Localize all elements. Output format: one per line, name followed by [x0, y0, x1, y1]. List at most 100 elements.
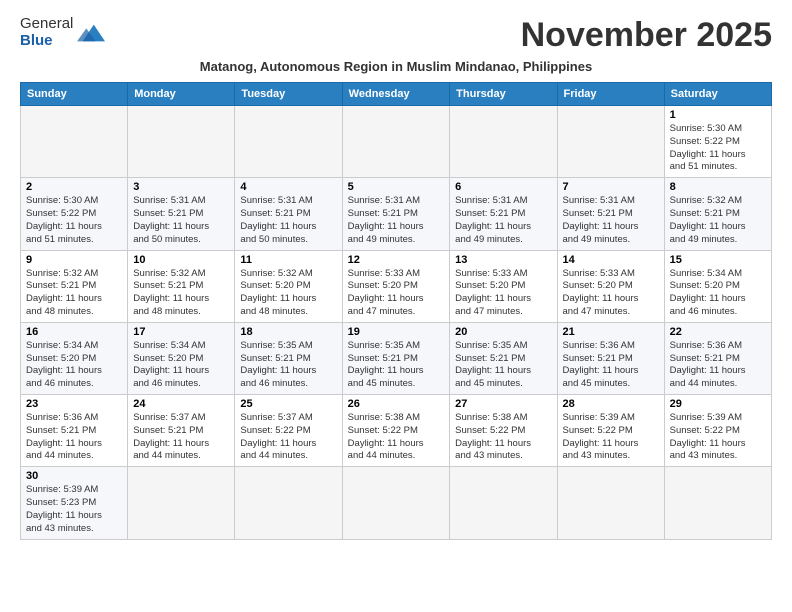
calendar-cell: 3Sunrise: 5:31 AM Sunset: 5:21 PM Daylig… [128, 178, 235, 250]
day-info: Sunrise: 5:39 AM Sunset: 5:23 PM Dayligh… [26, 484, 122, 535]
calendar-week-1: 2 Sunrise: 5:30 AM Sunset: 5:22 PM Daylig… [21, 178, 772, 250]
day-number: 16 [26, 326, 122, 338]
calendar-cell [664, 467, 771, 539]
day-info: Sunrise: 5:37 AM Sunset: 5:22 PM Dayligh… [240, 412, 336, 463]
day-number: 11 [240, 254, 336, 266]
calendar-header-row: SundayMondayTuesdayWednesdayThursdayFrid… [21, 83, 772, 106]
day-info: Sunrise: 5:33 AM Sunset: 5:20 PM Dayligh… [348, 268, 445, 319]
calendar-cell [235, 106, 342, 178]
day-number: 3 [133, 181, 229, 193]
day-info: Sunrise: 5:38 AM Sunset: 5:22 PM Dayligh… [348, 412, 445, 463]
calendar-cell: 8Sunrise: 5:32 AM Sunset: 5:21 PM Daylig… [664, 178, 771, 250]
calendar-cell [342, 106, 450, 178]
header-tuesday: Tuesday [235, 83, 342, 106]
day-info: Sunrise: 5:31 AM Sunset: 5:21 PM Dayligh… [348, 195, 445, 246]
header-thursday: Thursday [450, 83, 557, 106]
day-number: 24 [133, 398, 229, 410]
calendar-cell: 27Sunrise: 5:38 AM Sunset: 5:22 PM Dayli… [450, 395, 557, 467]
calendar-cell [128, 106, 235, 178]
calendar-cell: 15 Sunrise: 5:34 AM Sunset: 5:20 PM Dayli… [664, 250, 771, 322]
day-info: Sunrise: 5:36 AM Sunset: 5:21 PM Dayligh… [670, 340, 766, 391]
calendar-cell: 10 Sunrise: 5:32 AM Sunset: 5:21 PM Dayli… [128, 250, 235, 322]
calendar-cell [235, 467, 342, 539]
calendar-cell: 7 Sunrise: 5:31 AM Sunset: 5:21 PM Daylig… [557, 178, 664, 250]
calendar-cell: 13 Sunrise: 5:33 AM Sunset: 5:20 PM Dayli… [450, 250, 557, 322]
logo: General Blue [20, 16, 105, 49]
day-info: Sunrise: 5:32 AM Sunset: 5:21 PM Dayligh… [670, 195, 766, 246]
calendar-cell: 18Sunrise: 5:35 AM Sunset: 5:21 PM Dayli… [235, 322, 342, 394]
day-number: 20 [455, 326, 551, 338]
day-number: 13 [455, 254, 551, 266]
calendar-cell: 22 Sunrise: 5:36 AM Sunset: 5:21 PM Dayli… [664, 322, 771, 394]
calendar-cell [450, 106, 557, 178]
day-number: 1 [670, 109, 766, 121]
day-number: 5 [348, 181, 445, 193]
header-monday: Monday [128, 83, 235, 106]
calendar-cell: 17Sunrise: 5:34 AM Sunset: 5:20 PM Dayli… [128, 322, 235, 394]
calendar-cell: 5 Sunrise: 5:31 AM Sunset: 5:21 PM Daylig… [342, 178, 450, 250]
calendar-cell [557, 467, 664, 539]
day-number: 30 [26, 470, 122, 482]
day-number: 28 [563, 398, 659, 410]
calendar-cell: 25 Sunrise: 5:37 AM Sunset: 5:22 PM Dayli… [235, 395, 342, 467]
calendar: SundayMondayTuesdayWednesdayThursdayFrid… [20, 82, 772, 540]
day-info: Sunrise: 5:35 AM Sunset: 5:21 PM Dayligh… [455, 340, 551, 391]
day-info: Sunrise: 5:31 AM Sunset: 5:21 PM Dayligh… [563, 195, 659, 246]
header-friday: Friday [557, 83, 664, 106]
day-info: Sunrise: 5:32 AM Sunset: 5:21 PM Dayligh… [133, 268, 229, 319]
day-number: 15 [670, 254, 766, 266]
day-info: Sunrise: 5:30 AM Sunset: 5:22 PM Dayligh… [26, 195, 122, 246]
day-number: 2 [26, 181, 122, 193]
calendar-cell: 20 Sunrise: 5:35 AM Sunset: 5:21 PM Dayli… [450, 322, 557, 394]
calendar-cell [342, 467, 450, 539]
calendar-cell: 11 Sunrise: 5:32 AM Sunset: 5:20 PM Dayli… [235, 250, 342, 322]
subtitle: Matanog, Autonomous Region in Muslim Min… [20, 59, 772, 74]
calendar-cell: 14 Sunrise: 5:33 AM Sunset: 5:20 PM Dayli… [557, 250, 664, 322]
calendar-cell: 1Sunrise: 5:30 AM Sunset: 5:22 PM Daylig… [664, 106, 771, 178]
header: General Blue November 2025 [20, 16, 772, 55]
header-saturday: Saturday [664, 83, 771, 106]
day-number: 4 [240, 181, 336, 193]
day-number: 21 [563, 326, 659, 338]
day-info: Sunrise: 5:33 AM Sunset: 5:20 PM Dayligh… [563, 268, 659, 319]
calendar-cell: 24 Sunrise: 5:37 AM Sunset: 5:21 PM Dayli… [128, 395, 235, 467]
day-info: Sunrise: 5:34 AM Sunset: 5:20 PM Dayligh… [670, 268, 766, 319]
calendar-cell: 19Sunrise: 5:35 AM Sunset: 5:21 PM Dayli… [342, 322, 450, 394]
day-info: Sunrise: 5:39 AM Sunset: 5:22 PM Dayligh… [670, 412, 766, 463]
calendar-week-3: 16 Sunrise: 5:34 AM Sunset: 5:20 PM Dayli… [21, 322, 772, 394]
calendar-cell: 6Sunrise: 5:31 AM Sunset: 5:21 PM Daylig… [450, 178, 557, 250]
logo-icon [77, 19, 105, 47]
month-title: November 2025 [521, 16, 772, 55]
day-number: 22 [670, 326, 766, 338]
day-info: Sunrise: 5:34 AM Sunset: 5:20 PM Dayligh… [133, 340, 229, 391]
calendar-cell [450, 467, 557, 539]
calendar-week-0: 1Sunrise: 5:30 AM Sunset: 5:22 PM Daylig… [21, 106, 772, 178]
header-wednesday: Wednesday [342, 83, 450, 106]
day-info: Sunrise: 5:36 AM Sunset: 5:21 PM Dayligh… [563, 340, 659, 391]
header-sunday: Sunday [21, 83, 128, 106]
day-info: Sunrise: 5:32 AM Sunset: 5:20 PM Dayligh… [240, 268, 336, 319]
day-number: 9 [26, 254, 122, 266]
calendar-week-2: 9 Sunrise: 5:32 AM Sunset: 5:21 PM Daylig… [21, 250, 772, 322]
day-info: Sunrise: 5:37 AM Sunset: 5:21 PM Dayligh… [133, 412, 229, 463]
calendar-cell: 16 Sunrise: 5:34 AM Sunset: 5:20 PM Dayli… [21, 322, 128, 394]
logo-general: General [20, 16, 73, 33]
day-number: 10 [133, 254, 229, 266]
day-info: Sunrise: 5:33 AM Sunset: 5:20 PM Dayligh… [455, 268, 551, 319]
day-number: 12 [348, 254, 445, 266]
day-number: 25 [240, 398, 336, 410]
day-number: 18 [240, 326, 336, 338]
calendar-cell: 21 Sunrise: 5:36 AM Sunset: 5:21 PM Dayli… [557, 322, 664, 394]
day-number: 27 [455, 398, 551, 410]
day-number: 26 [348, 398, 445, 410]
calendar-cell: 26 Sunrise: 5:38 AM Sunset: 5:22 PM Dayli… [342, 395, 450, 467]
calendar-week-5: 30 Sunrise: 5:39 AM Sunset: 5:23 PM Dayli… [21, 467, 772, 539]
day-number: 7 [563, 181, 659, 193]
calendar-cell: 29Sunrise: 5:39 AM Sunset: 5:22 PM Dayli… [664, 395, 771, 467]
calendar-cell: 28Sunrise: 5:39 AM Sunset: 5:22 PM Dayli… [557, 395, 664, 467]
day-info: Sunrise: 5:34 AM Sunset: 5:20 PM Dayligh… [26, 340, 122, 391]
day-number: 14 [563, 254, 659, 266]
logo-blue: Blue [20, 33, 73, 50]
calendar-cell [557, 106, 664, 178]
day-info: Sunrise: 5:31 AM Sunset: 5:21 PM Dayligh… [240, 195, 336, 246]
